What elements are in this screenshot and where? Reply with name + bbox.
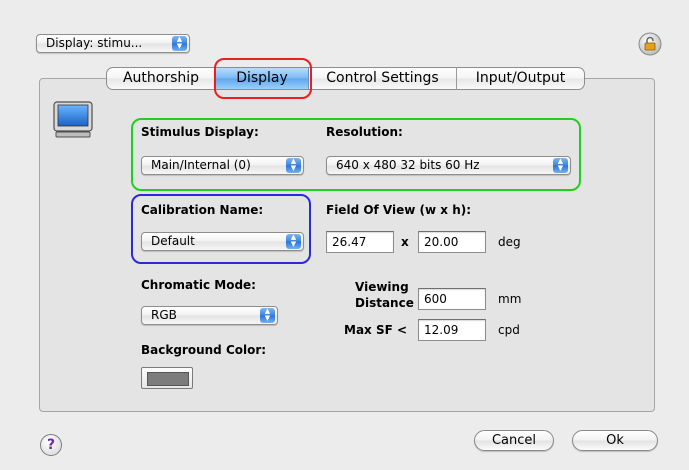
help-button[interactable]: ? (40, 434, 62, 456)
background-color-well[interactable] (141, 367, 193, 389)
viewing-distance-unit: mm (498, 292, 522, 306)
tab-input-output[interactable]: Input/Output (456, 67, 585, 90)
popup-arrows-icon: ▲ ▼ (286, 234, 301, 249)
tab-control-settings[interactable]: Control Settings (309, 67, 456, 90)
display-select-value: Display: stimu... (46, 36, 143, 50)
tab-highlight (214, 58, 312, 99)
calibration-select[interactable]: Default ▲ ▼ (141, 232, 304, 251)
stimulus-display-value: Main/Internal (0) (151, 158, 251, 172)
max-sf-unit: cpd (498, 323, 520, 337)
fov-unit: deg (498, 235, 521, 249)
cancel-button[interactable]: Cancel (474, 430, 554, 451)
tab-input-output-label: Input/Output (475, 70, 566, 86)
background-color-swatch (147, 372, 189, 386)
ok-button-label: Ok (606, 433, 624, 448)
viewing-distance-field[interactable]: 600 (418, 288, 486, 310)
chromatic-mode-value: RGB (151, 308, 177, 322)
resolution-select[interactable]: 640 x 480 32 bits 60 Hz ▲ ▼ (326, 156, 571, 175)
fov-width-field[interactable]: 26.47 (326, 231, 394, 253)
field-of-view-label: Field Of View (w x h): (326, 203, 472, 217)
resolution-value: 640 x 480 32 bits 60 Hz (336, 158, 480, 172)
ok-button[interactable]: Ok (572, 430, 658, 451)
monitor-icon (53, 101, 93, 138)
popup-arrows-icon: ▲ ▼ (553, 158, 568, 173)
stimulus-display-select[interactable]: Main/Internal (0) ▲ ▼ (141, 156, 304, 175)
tab-control-settings-label: Control Settings (326, 70, 439, 86)
cancel-button-label: Cancel (491, 433, 537, 448)
chromatic-mode-select[interactable]: RGB ▲ ▼ (141, 306, 278, 325)
max-sf-label: Max SF < (344, 323, 408, 337)
chromatic-mode-label: Chromatic Mode: (141, 278, 256, 292)
tab-authorship-label: Authorship (122, 70, 200, 86)
help-icon: ? (46, 437, 56, 453)
popup-arrows-icon: ▲ ▼ (172, 36, 187, 51)
viewing-distance-label-line1: Viewing (355, 280, 409, 294)
max-sf-field[interactable]: 12.09 (418, 319, 486, 341)
lock-icon[interactable] (638, 32, 662, 56)
display-select[interactable]: Display: stimu... ▲ ▼ (36, 34, 190, 53)
fov-height-field[interactable]: 20.00 (418, 231, 486, 253)
calibration-name-label: Calibration Name: (141, 203, 264, 217)
viewing-distance-label-line2: Distance (355, 296, 414, 310)
stimulus-display-label: Stimulus Display: (141, 125, 259, 139)
fov-separator: x (401, 235, 409, 249)
resolution-label: Resolution: (326, 125, 403, 139)
popup-arrows-icon: ▲ ▼ (286, 158, 301, 173)
calibration-value: Default (151, 234, 195, 248)
popup-arrows-icon: ▲ ▼ (260, 308, 275, 323)
tab-authorship[interactable]: Authorship (106, 67, 215, 90)
background-color-label: Background Color: (141, 343, 267, 357)
